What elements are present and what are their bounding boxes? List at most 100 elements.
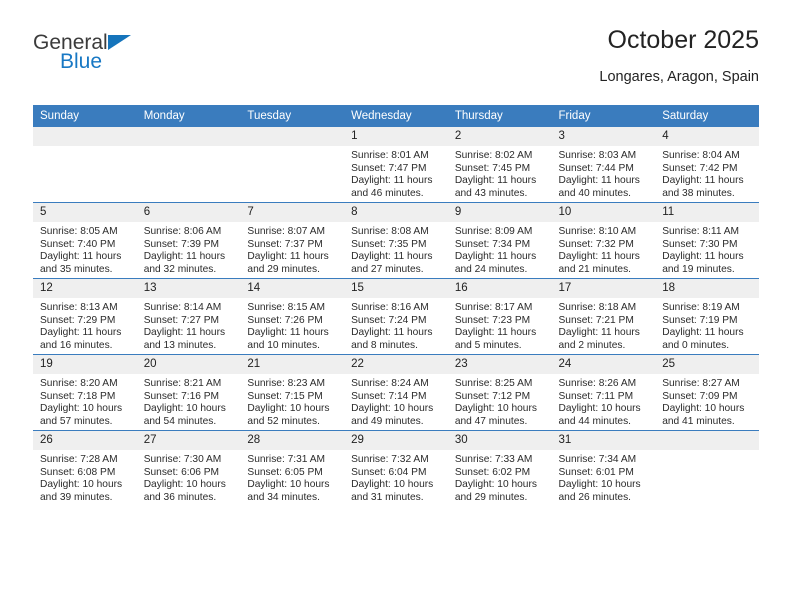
day-cell[interactable]: 4 Sunrise: 8:04 AM Sunset: 7:42 PM Daylight…: [655, 127, 759, 202]
calendar-cell: 4 Sunrise: 8:04 AM Sunset: 7:42 PM Daylight…: [655, 127, 759, 203]
calendar-cell: [240, 127, 345, 203]
day-details: Sunrise: 7:30 AM Sunset: 6:06 PM Daylight:…: [137, 450, 241, 504]
daylight-text-line1: Daylight: 10 hours: [247, 403, 330, 415]
sunrise-text: Sunrise: 8:01 AM: [351, 150, 429, 161]
day-cell[interactable]: 20 Sunrise: 8:21 AM Sunset: 7:16 PM Dayligh…: [136, 355, 241, 430]
daylight-text-line1: Daylight: 11 hours: [662, 327, 744, 339]
sunset-text: Sunset: 6:06 PM: [143, 466, 220, 478]
day-number: 1: [344, 127, 448, 146]
page-title: October 2025: [607, 26, 760, 54]
sunset-text: Sunset: 7:42 PM: [662, 162, 738, 174]
daylight-text-line1: Daylight: 10 hours: [558, 479, 641, 491]
daylight-text-line2: and 2 minutes.: [558, 339, 626, 351]
daylight-text-line2: and 38 minutes.: [662, 187, 735, 199]
day-cell[interactable]: 24 Sunrise: 8:26 AM Sunset: 7:11 PM Dayligh…: [551, 355, 656, 430]
day-cell[interactable]: 27 Sunrise: 7:30 AM Sunset: 6:06 PM Dayligh…: [136, 431, 241, 506]
calendar-week-row: 5 Sunrise: 8:05 AM Sunset: 7:40 PM Daylight…: [33, 202, 759, 279]
sunrise-text: Sunrise: 8:11 AM: [662, 226, 740, 237]
day-number: [136, 127, 241, 146]
sunset-text: Sunset: 7:19 PM: [662, 314, 738, 326]
day-cell[interactable]: 10 Sunrise: 8:10 AM Sunset: 7:32 PM Dayligh…: [551, 203, 656, 278]
day-details: Sunrise: 8:20 AM Sunset: 7:18 PM Daylight:…: [33, 374, 137, 428]
calendar-cell: 20 Sunrise: 8:21 AM Sunset: 7:16 PM Dayligh…: [136, 354, 241, 431]
day-cell[interactable]: 16 Sunrise: 8:17 AM Sunset: 7:23 PM Dayligh…: [447, 279, 552, 354]
sunrise-text: Sunrise: 8:05 AM: [40, 226, 118, 237]
day-number: 8: [344, 203, 448, 222]
sunrise-text: Sunrise: 8:03 AM: [558, 150, 637, 161]
daylight-text-line1: Daylight: 10 hours: [40, 479, 123, 491]
daylight-text-line2: and 40 minutes.: [558, 187, 632, 199]
day-cell[interactable]: 14 Sunrise: 8:15 AM Sunset: 7:26 PM Dayligh…: [240, 279, 345, 354]
day-number: 15: [344, 279, 448, 298]
daylight-text-line2: and 27 minutes.: [351, 263, 424, 275]
sunrise-text: Sunrise: 8:21 AM: [143, 378, 222, 389]
daylight-text-line1: Daylight: 10 hours: [454, 479, 537, 491]
day-cell[interactable]: 25 Sunrise: 8:27 AM Sunset: 7:09 PM Dayligh…: [655, 355, 759, 430]
day-cell[interactable]: 3 Sunrise: 8:03 AM Sunset: 7:44 PM Daylight…: [551, 127, 656, 202]
day-number: 12: [33, 279, 137, 298]
sunrise-text: Sunrise: 8:10 AM: [558, 226, 637, 237]
day-details: Sunrise: 8:06 AM Sunset: 7:39 PM Daylight:…: [137, 222, 241, 276]
daylight-text-line2: and 47 minutes.: [454, 415, 528, 427]
day-number: 14: [240, 279, 345, 298]
day-cell[interactable]: 2 Sunrise: 8:02 AM Sunset: 7:45 PM Daylight…: [447, 127, 552, 202]
calendar-cell: 7 Sunrise: 8:07 AM Sunset: 7:37 PM Daylight…: [240, 202, 345, 279]
calendar-cell: 10 Sunrise: 8:10 AM Sunset: 7:32 PM Dayligh…: [551, 202, 656, 279]
sunset-text: Sunset: 7:37 PM: [247, 238, 323, 250]
day-number: 22: [344, 355, 448, 374]
day-cell[interactable]: 7 Sunrise: 8:07 AM Sunset: 7:37 PM Daylight…: [240, 203, 345, 278]
sunset-text: Sunset: 6:02 PM: [454, 466, 531, 478]
calendar-cell: 17 Sunrise: 8:18 AM Sunset: 7:21 PM Dayligh…: [551, 278, 656, 355]
day-cell[interactable]: 12 Sunrise: 8:13 AM Sunset: 7:29 PM Dayligh…: [33, 279, 137, 354]
sunrise-text: Sunrise: 8:25 AM: [454, 378, 533, 389]
empty-day-cell: [136, 127, 241, 202]
daylight-text-line1: Daylight: 11 hours: [558, 175, 640, 187]
calendar-cell: 30 Sunrise: 7:33 AM Sunset: 6:02 PM Dayligh…: [447, 430, 552, 506]
day-cell[interactable]: 6 Sunrise: 8:06 AM Sunset: 7:39 PM Daylight…: [136, 203, 241, 278]
sunset-text: Sunset: 7:16 PM: [143, 390, 220, 402]
daylight-text-line1: Daylight: 10 hours: [662, 403, 745, 415]
sunrise-text: Sunrise: 7:34 AM: [558, 454, 637, 465]
day-details: Sunrise: 8:03 AM Sunset: 7:44 PM Daylight:…: [552, 146, 656, 200]
sunrise-text: Sunrise: 8:04 AM: [662, 150, 740, 161]
day-details: Sunrise: 8:13 AM Sunset: 7:29 PM Daylight:…: [33, 298, 137, 352]
day-cell[interactable]: 26 Sunrise: 7:28 AM Sunset: 6:08 PM Dayligh…: [33, 431, 137, 506]
day-cell[interactable]: 17 Sunrise: 8:18 AM Sunset: 7:21 PM Dayligh…: [551, 279, 656, 354]
day-cell[interactable]: 23 Sunrise: 8:25 AM Sunset: 7:12 PM Dayligh…: [447, 355, 552, 430]
day-number: [33, 127, 137, 146]
calendar-cell: 28 Sunrise: 7:31 AM Sunset: 6:05 PM Dayligh…: [240, 430, 345, 506]
day-details: Sunrise: 8:17 AM Sunset: 7:23 PM Daylight:…: [448, 298, 552, 352]
day-cell[interactable]: 15 Sunrise: 8:16 AM Sunset: 7:24 PM Dayligh…: [344, 279, 448, 354]
day-cell[interactable]: 29 Sunrise: 7:32 AM Sunset: 6:04 PM Dayligh…: [344, 431, 448, 506]
day-cell[interactable]: 30 Sunrise: 7:33 AM Sunset: 6:02 PM Dayligh…: [447, 431, 552, 506]
calendar-cell: 19 Sunrise: 8:20 AM Sunset: 7:18 PM Dayligh…: [33, 354, 137, 431]
day-cell[interactable]: 8 Sunrise: 8:08 AM Sunset: 7:35 PM Daylight…: [344, 203, 448, 278]
day-cell[interactable]: 19 Sunrise: 8:20 AM Sunset: 7:18 PM Dayligh…: [33, 355, 137, 430]
sunset-text: Sunset: 7:39 PM: [143, 238, 220, 250]
calendar-cell: [136, 127, 241, 203]
sunrise-sunset-calendar: Sunday Monday Tuesday Wednesday Thursday…: [33, 105, 759, 506]
day-cell[interactable]: 13 Sunrise: 8:14 AM Sunset: 7:27 PM Dayligh…: [136, 279, 241, 354]
day-cell[interactable]: 31 Sunrise: 7:34 AM Sunset: 6:01 PM Dayligh…: [551, 431, 656, 506]
sunrise-text: Sunrise: 7:32 AM: [351, 454, 429, 465]
day-cell[interactable]: 28 Sunrise: 7:31 AM Sunset: 6:05 PM Dayligh…: [240, 431, 345, 506]
day-cell[interactable]: 1 Sunrise: 8:01 AM Sunset: 7:47 PM Daylight…: [344, 127, 448, 202]
day-cell[interactable]: 21 Sunrise: 8:23 AM Sunset: 7:15 PM Dayligh…: [240, 355, 345, 430]
day-details: Sunrise: 7:32 AM Sunset: 6:04 PM Daylight:…: [344, 450, 448, 504]
day-details: Sunrise: 8:11 AM Sunset: 7:30 PM Daylight:…: [655, 222, 759, 276]
day-cell[interactable]: 11 Sunrise: 8:11 AM Sunset: 7:30 PM Dayligh…: [655, 203, 759, 278]
day-cell[interactable]: 9 Sunrise: 8:09 AM Sunset: 7:34 PM Daylight…: [447, 203, 552, 278]
daylight-text-line1: Daylight: 10 hours: [351, 479, 434, 491]
day-cell[interactable]: 5 Sunrise: 8:05 AM Sunset: 7:40 PM Daylight…: [33, 203, 137, 278]
weekday-header-wednesday: Wednesday: [344, 105, 448, 127]
daylight-text-line1: Daylight: 11 hours: [351, 327, 433, 339]
day-cell[interactable]: 22 Sunrise: 8:24 AM Sunset: 7:14 PM Dayligh…: [344, 355, 448, 430]
daylight-text-line1: Daylight: 11 hours: [40, 327, 122, 339]
daylight-text-line1: Daylight: 11 hours: [247, 251, 329, 263]
day-cell[interactable]: 18 Sunrise: 8:19 AM Sunset: 7:19 PM Dayligh…: [655, 279, 759, 354]
calendar-cell: 26 Sunrise: 7:28 AM Sunset: 6:08 PM Dayligh…: [33, 430, 137, 506]
day-number: 26: [33, 431, 137, 450]
calendar-cell: [655, 430, 759, 506]
sunrise-text: Sunrise: 7:33 AM: [454, 454, 533, 465]
daylight-text-line2: and 8 minutes.: [351, 339, 418, 351]
